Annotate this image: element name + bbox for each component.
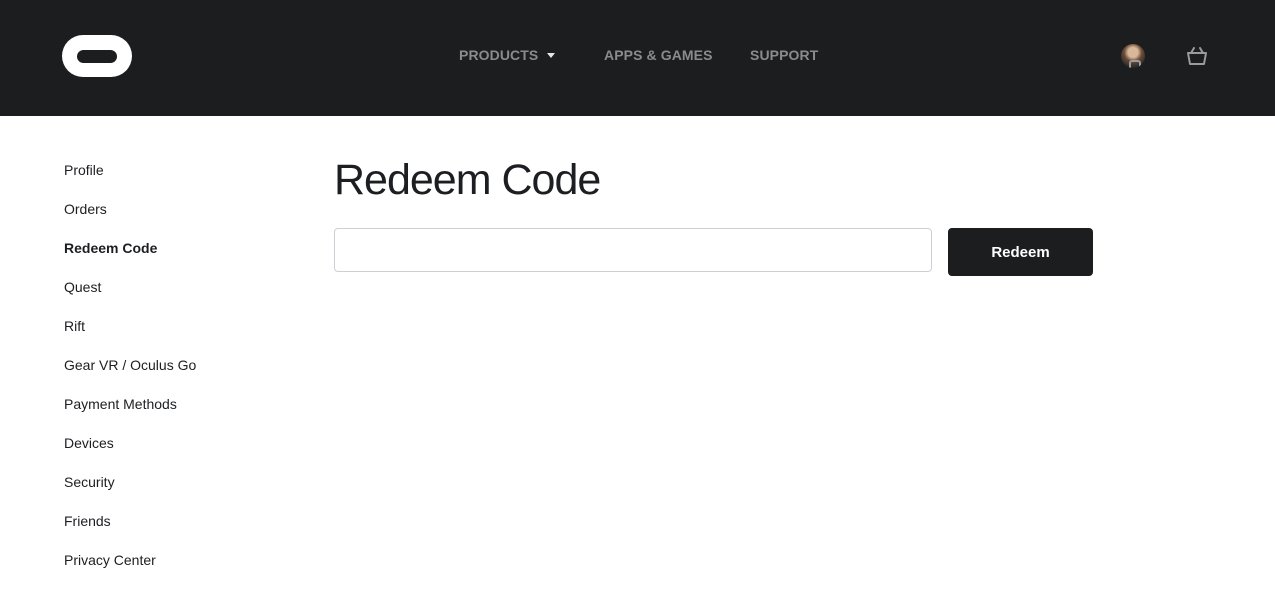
sidebar-item-devices[interactable]: Devices [64,433,284,472]
sidebar-item-gear-vr-oculus-go[interactable]: Gear VR / Oculus Go [64,355,284,394]
sidebar-item-payment-methods[interactable]: Payment Methods [64,394,284,433]
nav-apps-games[interactable]: APPS & GAMES [604,47,713,63]
cart-icon[interactable] [1186,46,1208,66]
sidebar-item-privacy-center[interactable]: Privacy Center [64,550,284,589]
sidebar-item-profile[interactable]: Profile [64,160,284,199]
redeem-code-input[interactable] [334,228,932,272]
redeem-button[interactable]: Redeem [948,228,1093,276]
oculus-logo[interactable] [62,35,132,77]
nav-products[interactable]: PRODUCTS [459,47,555,63]
nav-support[interactable]: SUPPORT [750,47,818,63]
user-avatar[interactable] [1121,44,1145,68]
sidebar-item-quest[interactable]: Quest [64,277,284,316]
chevron-down-icon [547,53,555,58]
account-sidebar: Profile Orders Redeem Code Quest Rift Ge… [64,160,284,589]
top-header: PRODUCTS APPS & GAMES SUPPORT [0,0,1275,116]
sidebar-item-orders[interactable]: Orders [64,199,284,238]
nav-products-label: PRODUCTS [459,47,538,63]
nav-support-label: SUPPORT [750,47,818,63]
sidebar-item-redeem-code[interactable]: Redeem Code [64,238,284,277]
nav-apps-games-label: APPS & GAMES [604,47,713,63]
sidebar-item-rift[interactable]: Rift [64,316,284,355]
page-title: Redeem Code [334,156,600,205]
sidebar-item-friends[interactable]: Friends [64,511,284,550]
sidebar-item-security[interactable]: Security [64,472,284,511]
